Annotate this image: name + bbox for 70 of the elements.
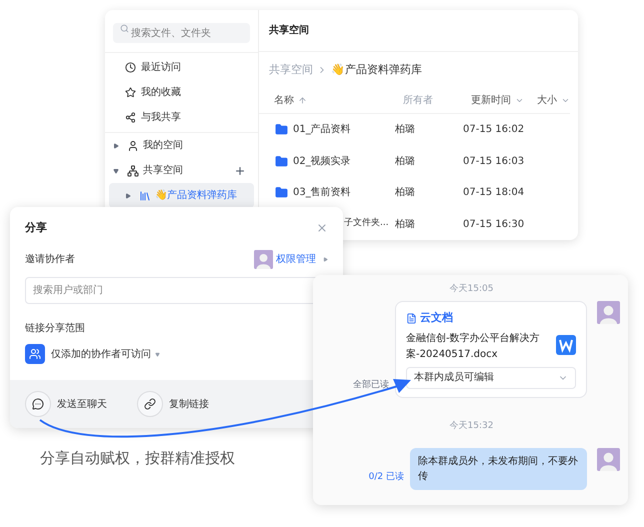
folder-icon [274,122,289,136]
timestamp: 今天15:32 [450,420,494,433]
message-bubble: 除本群成员外，未发布期间，不要外传 [410,448,587,490]
file-name: 金融信创-数字办公平台解决方案-20240517.docx [406,332,541,362]
tree-label: 我的空间 [143,138,183,153]
tree-item[interactable]: 👋产品资料弹药库 [109,183,254,208]
clock-icon [125,62,136,73]
owner-cell-text: 柏璐 [395,218,416,232]
word-file-icon [556,334,576,354]
avatar-icon [254,250,273,268]
updated-cell-text: 07-15 16:30 [463,218,526,232]
link-icon [144,398,156,410]
file-name: 子文件夹... [344,217,389,230]
caption: 分享自动赋权，按群精准授权 [40,448,235,469]
sidebar-item[interactable]: 最近访问 [105,55,258,80]
updated-cell-text: 07-15 18:04 [463,186,526,200]
read-receipt: 0/2 已读 [368,472,404,482]
caret-right-icon [113,142,119,148]
page-title: 共享空间 [269,23,309,38]
caret-down-icon [113,168,119,174]
sidebar-item[interactable]: 与我共享 [105,105,258,130]
file-name[interactable]: 01_产品资料 [293,122,351,137]
owner-cell-text: 柏璐 [395,186,416,200]
permission-dropdown[interactable]: 本群内成员可编辑 [406,366,576,388]
invite-label: 邀请协作者 [25,252,75,266]
close-icon[interactable] [316,222,328,234]
share-action[interactable]: 发送至聊天 [25,391,107,417]
sidebar-item[interactable]: 我的收藏 [105,80,258,105]
add-icon[interactable] [234,164,246,176]
share-icon [125,112,136,123]
sidebar-label: 我的收藏 [141,86,181,100]
avatar-icon [597,301,620,324]
updated-cell-text: 07-15 16:03 [463,154,526,169]
folder-icon [274,154,289,168]
avatar-icon [597,448,620,470]
timestamp: 今天15:05 [450,283,494,296]
column-header[interactable]: 大小 [537,92,570,108]
search-field[interactable]: 搜索文件、文件夹 [113,23,250,44]
owner-cell-text: 柏璐 [395,154,416,169]
scope-dropdown[interactable]: 仅添加的协作者可访问 [51,346,151,362]
tree-label: 👋产品资料弹药库 [155,188,237,203]
tree-item[interactable]: 我的空间 [109,133,254,158]
share-action[interactable]: 复制链接 [137,391,209,417]
read-receipt: 全部已读 [353,380,389,390]
breadcrumb-item: 👋产品资料弹药库 [331,62,422,78]
caret-right-icon [125,192,131,198]
star-icon [125,87,136,98]
search-icon [120,24,129,34]
group-icon [25,344,45,364]
permission-link[interactable]: 权限管理 [276,252,316,266]
tree-label: 共享空间 [143,164,183,178]
sort-up-icon [298,96,307,105]
chat-bubble-icon [32,398,44,410]
sidebar-label: 最近访问 [141,60,181,75]
document-icon [406,312,417,324]
sidebar-label: 与我共享 [141,110,181,125]
caret-right-icon [323,256,328,262]
scope-label: 链接分享范围 [25,322,86,336]
doc-card[interactable]: 云文档 金融信创-数字办公平台解决方案-20240517.docx 本群内成员可编辑 [395,301,587,398]
column-header[interactable]: 名称 [274,92,403,108]
file-name[interactable]: 03_售前资料 [293,185,351,200]
card-header: 云文档 [420,310,453,326]
owner-cell-text: 柏璐 [395,122,416,137]
tree-item[interactable]: 共享空间 [109,158,254,183]
dialog-title: 分享 [25,220,47,236]
column-header[interactable]: 更新时间 [471,92,537,108]
updated-cell-text: 07-15 16:02 [463,122,526,137]
file-name[interactable]: 02_视频实录 [293,154,351,169]
caret-down-icon [155,352,160,356]
folder-icon [274,186,289,200]
